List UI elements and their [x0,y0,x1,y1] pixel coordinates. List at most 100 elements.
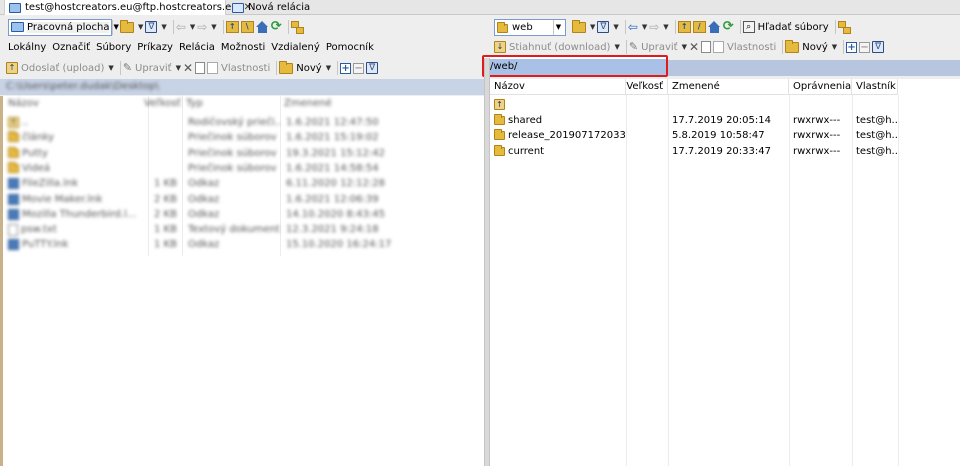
remote-path-field[interactable]: /web/ [486,59,666,75]
select-all-icon[interactable]: + [846,41,858,53]
open-folder-icon[interactable] [120,19,134,33]
remote-file-row[interactable]: current 17.7.2019 20:33:47 rwxrwx--- test@h… [490,144,960,159]
edit-button[interactable]: ✎ Upraviť [629,41,678,53]
download-button[interactable]: ↓ Stiahnuť (download) [494,41,610,53]
local-file-row[interactable]: FileZilla.lnk 1 KB Odkaz 6.11.2020 12:12:28 [0,176,484,191]
left-action-toolbar: ↑ Odoslať (upload) ▼ ✎ Upraviť ▼ ✕ Vlast… [6,60,380,76]
refresh-icon[interactable]: ⟳ [271,20,282,33]
shortcut-icon [8,193,19,205]
new-button[interactable]: Nový [785,39,828,53]
open-folder-icon[interactable] [572,19,586,33]
remote-file-row[interactable]: release_201907172033... 5.8.2019 10:58:47… [490,128,960,143]
chevron-down-icon[interactable]: ▼ [326,64,331,72]
new-session-icon [232,2,244,13]
local-cell-type: Priečinok súborov [188,147,277,159]
local-file-row[interactable]: Mozilla Thunderbird.l... 2 KB Odkaz 14.10.2… [0,207,484,222]
forward-arrow-icon[interactable]: ⇨ [197,21,207,33]
select-all-icon[interactable]: + [340,62,352,74]
menu-commands[interactable]: Príkazy [137,42,173,53]
local-file-row[interactable]: ↑.. Rodičovský prieči... 1.6.2021 12:47:50 [0,115,484,130]
root-directory-icon[interactable]: / [692,21,706,33]
remote-file-row[interactable]: ↑.. [490,97,960,112]
local-column-header: Názov Veľkosť Typ Zmenené [0,96,484,112]
root-directory-icon[interactable]: \ [240,21,254,33]
chevron-down-icon[interactable]: ▼ [108,64,113,72]
home-icon[interactable] [255,21,269,33]
local-col-modified[interactable]: Zmenené [284,98,332,109]
directory-tree-icon[interactable] [290,21,304,34]
local-col-type[interactable]: Typ [186,98,203,109]
local-col-name[interactable]: Názov [8,98,39,109]
remote-col-name[interactable]: Názov [490,79,626,95]
refresh-icon[interactable]: ⟳ [723,20,734,33]
left-location-select[interactable]: Pracovná plocha ▼ [8,18,119,36]
tab-new-session[interactable]: Nová relácia [228,0,318,15]
back-arrow-icon[interactable]: ⇦ [628,21,638,33]
parent-directory-icon[interactable]: ↑ [677,21,691,33]
chevron-down-icon[interactable]: ▼ [832,43,837,51]
edit-label: Upraviť [641,41,678,53]
chevron-down-icon[interactable]: ▼ [663,23,668,31]
menu-mark[interactable]: Označiť [52,42,90,53]
filter-icon[interactable]: ∇ [366,62,379,74]
local-cell-size [150,146,180,161]
local-file-row[interactable]: PuTTY.lnk 1 KB Odkaz 15.10.2020 16:24:17 [0,237,484,252]
remote-col-permissions[interactable]: Oprávnenia [789,79,852,95]
parent-directory-icon: ↑ [8,117,19,128]
remote-file-row[interactable]: shared 17.7.2019 20:05:14 rwxrwx--- test@h.… [490,113,960,128]
menu-remote[interactable]: Vzdialený [271,42,320,53]
right-location-select[interactable]: web ▼ [494,18,566,36]
toolbar-separator [337,61,339,75]
find-files-button[interactable]: ⌕ Hľadať súbory [742,21,829,33]
right-location-value: web [512,21,533,33]
delete-icon[interactable]: ✕ [183,62,193,74]
delete-icon[interactable]: ✕ [689,41,699,53]
remote-col-owner[interactable]: Vlastník [852,79,898,95]
local-file-row[interactable]: Movie Maker.lnk 2 KB Odkaz 1.6.2021 12:06:3… [0,192,484,207]
unselect-icon[interactable]: − [859,41,871,53]
tab-session[interactable]: test@hostcreators.eu@ftp.hostcreators.eu… [4,0,252,15]
properties-button[interactable]: Vlastnosti [713,41,776,53]
filter-icon[interactable]: ∇ [597,21,610,33]
edit-button[interactable]: ✎ Upraviť [123,62,172,74]
local-file-row[interactable]: Putty Priečinok súborov 19.3.2021 15:12:42 [0,146,484,161]
upload-button[interactable]: ↑ Odoslať (upload) [6,62,104,74]
chevron-down-icon[interactable]: ▼ [211,23,216,31]
chevron-down-icon[interactable]: ▼ [613,23,618,31]
menu-local[interactable]: Lokálny [8,42,46,53]
menu-help[interactable]: Pomocník [326,42,374,53]
chevron-down-icon[interactable]: ▼ [642,23,647,31]
chevron-down-icon[interactable]: ▼ [614,43,619,51]
chevron-down-icon[interactable]: ▼ [590,23,595,31]
chevron-down-icon[interactable]: ▼ [161,23,166,31]
home-icon[interactable] [707,21,721,33]
new-button[interactable]: Nový [279,60,322,74]
unselect-icon[interactable]: − [353,62,365,74]
parent-directory-icon[interactable]: ↑ [225,21,239,33]
menu-session[interactable]: Relácia [179,42,215,53]
remote-col-modified[interactable]: Zmenené [668,79,789,95]
forward-arrow-icon[interactable]: ⇨ [649,21,659,33]
remote-col-size[interactable]: Veľkosť [626,79,668,95]
local-col-size[interactable]: Veľkosť [144,98,181,109]
chevron-down-icon[interactable]: ▼ [176,64,181,72]
local-path-bar[interactable]: C:\Users\peter.dudak\Desktop\ [0,79,484,95]
chevron-down-icon[interactable]: ▼ [553,19,563,35]
rename-icon[interactable] [195,62,206,74]
local-file-row[interactable]: Videá Priečinok súborov 1.6.2021 14:58:54 [0,161,484,176]
chevron-down-icon[interactable]: ▼ [138,23,143,31]
filter-icon[interactable]: ∇ [145,21,158,33]
rename-icon[interactable] [701,41,712,53]
chevron-down-icon[interactable]: ▼ [190,23,195,31]
menu-options[interactable]: Možnosti [221,42,265,53]
menu-files[interactable]: Súbory [96,42,131,53]
chevron-down-icon[interactable]: ▼ [682,43,687,51]
properties-button[interactable]: Vlastnosti [207,62,270,74]
back-arrow-icon[interactable]: ⇦ [176,21,186,33]
folder-icon [494,144,505,156]
filter-icon[interactable]: ∇ [872,41,885,53]
directory-tree-icon[interactable] [837,21,851,34]
chevron-down-icon[interactable]: ▼ [112,19,119,35]
local-file-row[interactable]: články Priečinok súborov 1.6.2021 15:19:02 [0,130,484,145]
local-file-row[interactable]: psw.txt 1 KB Textový dokument 12.3.2021 9:2… [0,222,484,237]
